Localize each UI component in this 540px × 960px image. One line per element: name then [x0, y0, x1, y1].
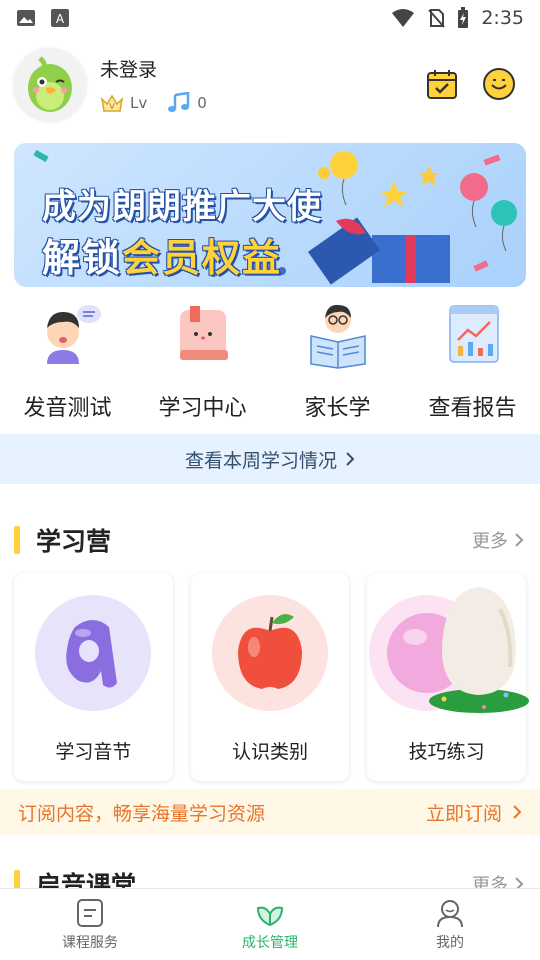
camp-card-category[interactable]: 认识类别 [190, 573, 350, 781]
avatar[interactable] [14, 48, 86, 120]
quick-action-label: 学习中心 [158, 396, 247, 421]
nav-label: 我的 [436, 934, 464, 951]
banner-subtitle: 解锁会员权益 [42, 227, 282, 282]
camp-card-syllable[interactable]: 学习音节 [14, 573, 173, 781]
apple-icon [238, 614, 302, 689]
banner-subtitle-highlight: 会员权益 [122, 236, 283, 280]
chevron-right-icon [346, 452, 355, 466]
card-label: 学习音节 [55, 741, 132, 763]
course-icon [77, 898, 103, 927]
promo-text: 订阅内容，畅享海量学习资源 [18, 802, 266, 825]
banner-title: 成为朗朗推广大使 [42, 187, 322, 227]
font-icon: A [51, 9, 69, 27]
music-stat[interactable]: 0 [167, 91, 207, 114]
nav-item-profile[interactable]: 我的 [360, 889, 540, 960]
card-icon-circle [212, 595, 328, 711]
parrot-avatar-icon [28, 56, 72, 112]
quick-action-label: 查看报告 [428, 396, 517, 421]
username[interactable]: 未登录 [100, 55, 207, 82]
learning-center-icon [179, 306, 228, 360]
wifi-icon [392, 9, 415, 27]
parent-study-icon [309, 304, 366, 369]
chevron-right-icon [515, 533, 524, 547]
leaf-icon [256, 906, 284, 926]
syllable-icon [66, 620, 118, 688]
gallery-icon [17, 10, 35, 26]
camp-card-skill[interactable]: 技巧练习 [367, 573, 530, 781]
weekly-progress-link[interactable]: 查看本周学习情况 [0, 434, 540, 484]
pronunciation-test-icon [46, 305, 101, 364]
card-label: 认识类别 [232, 741, 309, 763]
svg-text:V: V [109, 102, 115, 111]
nav-item-growth[interactable]: 成长管理 [180, 889, 360, 960]
card-label: 技巧练习 [408, 741, 485, 763]
status-bar: A 2:35 [0, 0, 540, 36]
bottom-nav: 课程服务 成长管理 我的 [0, 888, 540, 960]
subscription-promo[interactable]: 订阅内容，畅享海量学习资源 立即订阅 [0, 789, 540, 835]
subscribe-label: 立即订阅 [425, 802, 502, 825]
camp-cards: 学习音节 认识类别 技巧练习 [14, 573, 530, 781]
subscribe-button[interactable]: 立即订阅 [426, 799, 522, 826]
quick-action-label: 家长学 [304, 396, 371, 421]
quick-action-learning-center[interactable]: 学习中心 [135, 300, 270, 424]
battery-icon [458, 7, 469, 28]
card-icon-circle [35, 595, 152, 711]
banner-subtitle-prefix: 解锁 [42, 236, 123, 280]
report-icon [448, 305, 499, 363]
level-label: Lv [130, 93, 148, 112]
music-count: 0 [197, 93, 207, 112]
nav-item-course[interactable]: 课程服务 [0, 889, 180, 960]
music-note-icon [168, 91, 190, 112]
camp-more-link[interactable]: 更多 [472, 527, 524, 553]
level-stat[interactable]: V Lv [100, 93, 147, 113]
crown-icon: V [100, 94, 124, 112]
quick-action-label: 发音测试 [23, 396, 112, 421]
camp-section-header: 学习营 更多 [0, 520, 540, 560]
nav-label: 课程服务 [62, 934, 118, 951]
quick-action-pronunciation-test[interactable]: 发音测试 [0, 300, 135, 424]
quick-action-parent-study[interactable]: 家长学 [270, 300, 405, 424]
more-label: 更多 [472, 531, 508, 552]
quick-action-report[interactable]: 查看报告 [405, 300, 540, 424]
weekly-progress-label: 查看本周学习情况 [184, 449, 337, 472]
egg-icon [429, 587, 530, 713]
quick-actions: 发音测试 学习中心 家长学 查看报告 [0, 300, 540, 424]
profile-header: 未登录 V Lv 0 [14, 44, 526, 124]
status-time: 2:35 [481, 7, 524, 29]
svg-text:A: A [56, 12, 65, 26]
chevron-right-icon [513, 805, 522, 819]
promo-banner[interactable]: 成为朗朗推广大使 解锁会员权益 [14, 143, 526, 287]
message-smile-icon[interactable] [482, 67, 516, 101]
section-title: 学习营 [36, 527, 112, 556]
section-accent-bar [14, 526, 20, 554]
nav-label: 成长管理 [242, 934, 298, 951]
calendar-checkin-icon[interactable] [426, 68, 458, 100]
no-sim-icon [428, 9, 446, 28]
profile-icon [437, 899, 463, 927]
